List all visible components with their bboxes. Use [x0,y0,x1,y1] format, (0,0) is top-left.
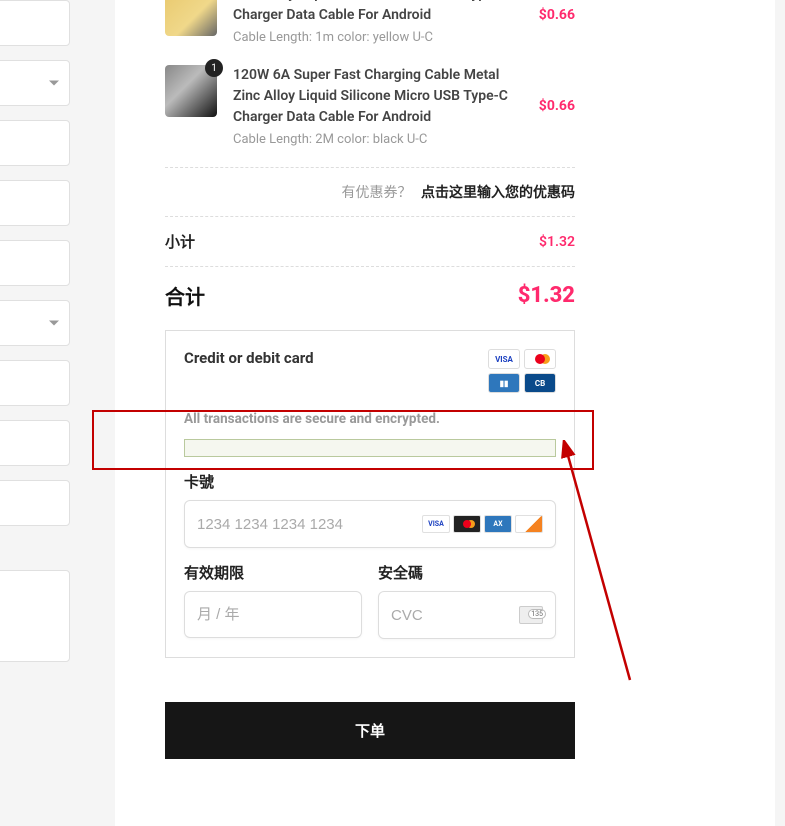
secure-message: All transactions are secure and encrypte… [184,411,556,427]
chevron-down-icon [49,81,59,86]
form-textarea[interactable] [0,570,70,662]
amex-icon: ▮▮ [488,373,520,393]
product-thumb: 1 [165,0,217,36]
expiry-field[interactable] [184,591,362,638]
card-brand-hints: VISA AX [422,515,543,533]
form-field[interactable] [0,360,70,406]
coupon-question: 有优惠券？ [342,185,412,201]
form-field[interactable] [0,480,70,526]
visa-icon: VISA [488,349,520,369]
accepted-cards: VISA ▮▮ CB [484,349,556,393]
mastercard-icon [453,515,481,533]
stripe-iframe-placeholder[interactable] [184,439,556,457]
form-field[interactable] [0,120,70,166]
form-field[interactable] [0,0,70,46]
payment-method-title: Credit or debit card [184,349,314,367]
discover-icon [515,515,543,533]
product-price: $0.66 [539,98,575,114]
subtotal-row: 小计 $1.32 [165,216,575,266]
cvc-label: 安全碼 [378,562,556,583]
card-number-input[interactable] [197,516,422,533]
mastercard-icon [524,349,556,369]
coupon-link[interactable]: 点击这里输入您的优惠码 [421,185,575,201]
product-variant: Cable Length: 2M color: black U-C [233,132,527,147]
form-field[interactable] [0,240,70,286]
form-select[interactable] [0,300,70,346]
cvc-hint-icon [519,606,543,624]
billing-form-column [0,0,70,676]
total-row: 合计 $1.32 [165,266,575,324]
expiry-label: 有效期限 [184,562,362,583]
product-variant: Cable Length: 1m color: yellow U-C [233,30,527,45]
form-field[interactable] [0,180,70,226]
form-field[interactable] [0,420,70,466]
product-thumb: 1 [165,65,217,117]
card-number-field[interactable]: VISA AX [184,500,556,548]
coupon-row: 有优惠券？ 点击这里输入您的优惠码 [165,167,575,216]
visa-icon: VISA [422,515,450,533]
form-select[interactable] [0,60,70,106]
subtotal-label: 小计 [165,231,195,252]
card-number-label: 卡號 [184,471,556,492]
cart-item: 1 120W 6A Super Fast Charging Cable Meta… [165,65,575,147]
cart-item: 1 Zinc Alloy Liquid Silicone Micro USB T… [165,0,575,45]
amex-icon: AX [484,515,512,533]
chevron-down-icon [49,321,59,326]
cvc-input[interactable] [391,607,519,624]
cb-icon: CB [524,373,556,393]
order-summary-panel: 1 Zinc Alloy Liquid Silicone Micro USB T… [115,0,775,826]
subtotal-value: $1.32 [539,234,575,250]
cvc-field[interactable] [378,591,556,639]
place-order-button[interactable]: 下单 [165,702,575,759]
expiry-input[interactable] [197,606,349,623]
total-value: $1.32 [518,283,575,308]
product-title: Zinc Alloy Liquid Silicone Micro USB Typ… [233,0,527,26]
qty-badge: 1 [205,59,223,77]
payment-card-box: Credit or debit card VISA ▮▮ CB All tran… [165,330,575,658]
product-price: $0.66 [539,7,575,23]
product-title: 120W 6A Super Fast Charging Cable Metal … [233,65,527,128]
total-label: 合计 [165,281,205,310]
